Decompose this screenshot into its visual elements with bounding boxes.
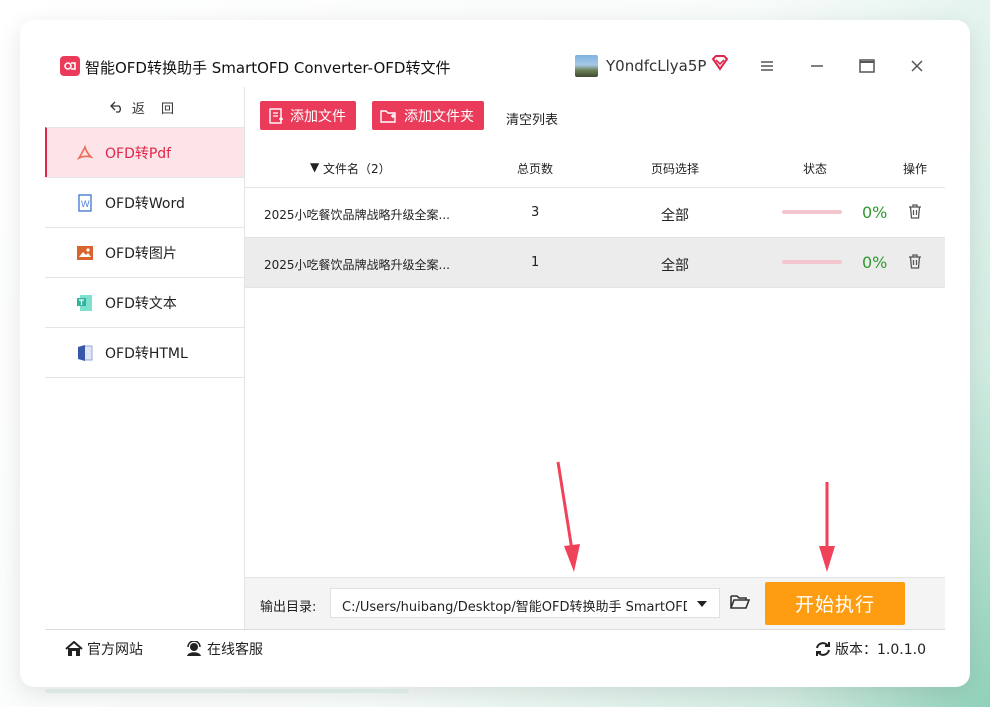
annotation-arrow-down — [556, 461, 580, 572]
output-dir-select[interactable]: C:/Users/huibang/Desktop/智能OFD转换助手 Smart… — [330, 588, 720, 618]
app-window: 智能OFD转换助手 SmartOFD Converter-OFD转文件 Y0nd… — [45, 45, 945, 665]
sidebar-item-ofd-html[interactable]: OFD转HTML — [45, 327, 244, 378]
word-icon: W — [75, 193, 95, 213]
add-folder-label: 添加文件夹 — [404, 108, 474, 125]
progress-percent: 0% — [862, 253, 888, 272]
support-link[interactable]: 在线客服 — [185, 639, 263, 659]
add-file-icon — [269, 107, 283, 124]
close-icon[interactable] — [904, 53, 930, 79]
support-agent-icon — [187, 641, 201, 656]
progress-bar — [782, 260, 842, 264]
column-header-status: 状态 — [803, 162, 828, 176]
table-divider — [245, 287, 945, 288]
delete-icon[interactable] — [908, 254, 922, 272]
user-name[interactable]: Y0ndfcLlya5P — [606, 57, 706, 75]
start-button[interactable]: 开始执行 — [765, 582, 905, 625]
refresh-icon — [816, 642, 830, 656]
table-header: ▼ 文件名（2） 总页数 页码选择 状态 操作 — [245, 147, 945, 187]
svg-text:W: W — [81, 199, 90, 209]
output-dir-path: C:/Users/huibang/Desktop/智能OFD转换助手 Smart… — [342, 600, 687, 615]
back-label: 返 回 — [131, 101, 181, 117]
file-name: 2025小吃餐饮品牌战略升级全案... — [264, 208, 450, 222]
minimize-icon[interactable] — [804, 53, 830, 79]
image-icon — [75, 243, 95, 263]
sidebar-item-label: OFD转Word — [105, 195, 185, 212]
progress-percent: 0% — [862, 203, 888, 222]
page-count: 1 — [531, 255, 540, 270]
column-header-pages: 总页数 — [517, 162, 554, 176]
status-bar: 官方网站 在线客服 版本：1.0.1.0 — [45, 629, 945, 665]
sidebar-item-ofd-image[interactable]: OFD转图片 — [45, 227, 244, 277]
sidebar: 返 回 OFD转Pdf W OFD转Word OFD转图片 OFD转文本 OFD… — [45, 87, 245, 629]
support-label: 在线客服 — [207, 642, 263, 658]
page-range-select[interactable]: 全部 — [661, 205, 689, 225]
clear-list-button[interactable]: 清空列表 — [506, 109, 558, 128]
back-button[interactable]: 返 回 — [45, 87, 245, 127]
sidebar-item-label: OFD转文本 — [105, 295, 177, 312]
sidebar-item-ofd-text[interactable]: OFD转文本 — [45, 277, 244, 327]
column-header-action: 操作 — [903, 162, 928, 176]
table-row[interactable]: 2025小吃餐饮品牌战略升级全案... 1 全部 0% — [245, 237, 945, 287]
add-file-label: 添加文件 — [290, 108, 346, 125]
add-folder-button[interactable]: 添加文件夹 — [372, 101, 484, 130]
add-folder-icon — [380, 109, 396, 123]
text-icon — [75, 293, 95, 313]
column-header-range: 页码选择 — [651, 162, 700, 176]
page-range-select[interactable]: 全部 — [661, 255, 689, 275]
column-header-filename[interactable]: 文件名（2） — [323, 160, 391, 177]
html-icon — [75, 343, 95, 363]
sidebar-item-label: OFD转HTML — [105, 345, 188, 362]
chevron-down-icon[interactable] — [697, 601, 707, 607]
sidebar-item-label: OFD转Pdf — [105, 145, 172, 162]
scroll-hint — [45, 689, 409, 693]
annotation-arrow-down — [819, 482, 835, 572]
folder-open-icon[interactable] — [730, 594, 751, 614]
sidebar-item-label: OFD转图片 — [105, 245, 177, 262]
website-label: 官方网站 — [87, 642, 143, 658]
sort-desc-icon[interactable]: ▼ — [310, 160, 319, 174]
app-logo-icon — [60, 56, 80, 76]
window-title: 智能OFD转换助手 SmartOFD Converter-OFD转文件 — [85, 59, 451, 77]
home-icon — [65, 641, 83, 656]
add-file-button[interactable]: 添加文件 — [260, 101, 356, 130]
back-arrow-icon — [110, 101, 121, 113]
maximize-icon[interactable] — [854, 53, 880, 79]
version-info[interactable]: 版本：1.0.1.0 — [815, 639, 926, 659]
table-row[interactable]: 2025小吃餐饮品牌战略升级全案... 3 全部 0% — [245, 187, 945, 237]
output-dir-label: 输出目录: — [260, 600, 317, 615]
progress-bar — [782, 210, 842, 214]
sidebar-item-ofd-pdf[interactable]: OFD转Pdf — [45, 127, 244, 177]
avatar[interactable] — [575, 55, 598, 77]
output-bar: 输出目录: C:/Users/huibang/Desktop/智能OFD转换助手… — [245, 577, 945, 629]
pdf-icon — [75, 143, 95, 163]
website-link[interactable]: 官方网站 — [65, 639, 143, 659]
sidebar-item-ofd-word[interactable]: W OFD转Word — [45, 177, 244, 227]
delete-icon[interactable] — [908, 204, 922, 222]
vip-diamond-icon[interactable] — [710, 53, 730, 73]
file-name: 2025小吃餐饮品牌战略升级全案... — [264, 258, 450, 272]
menu-icon[interactable] — [754, 53, 780, 79]
title-bar: 智能OFD转换助手 SmartOFD Converter-OFD转文件 Y0nd… — [45, 45, 945, 87]
page-count: 3 — [531, 205, 540, 220]
version-label: 版本：1.0.1.0 — [835, 642, 926, 658]
